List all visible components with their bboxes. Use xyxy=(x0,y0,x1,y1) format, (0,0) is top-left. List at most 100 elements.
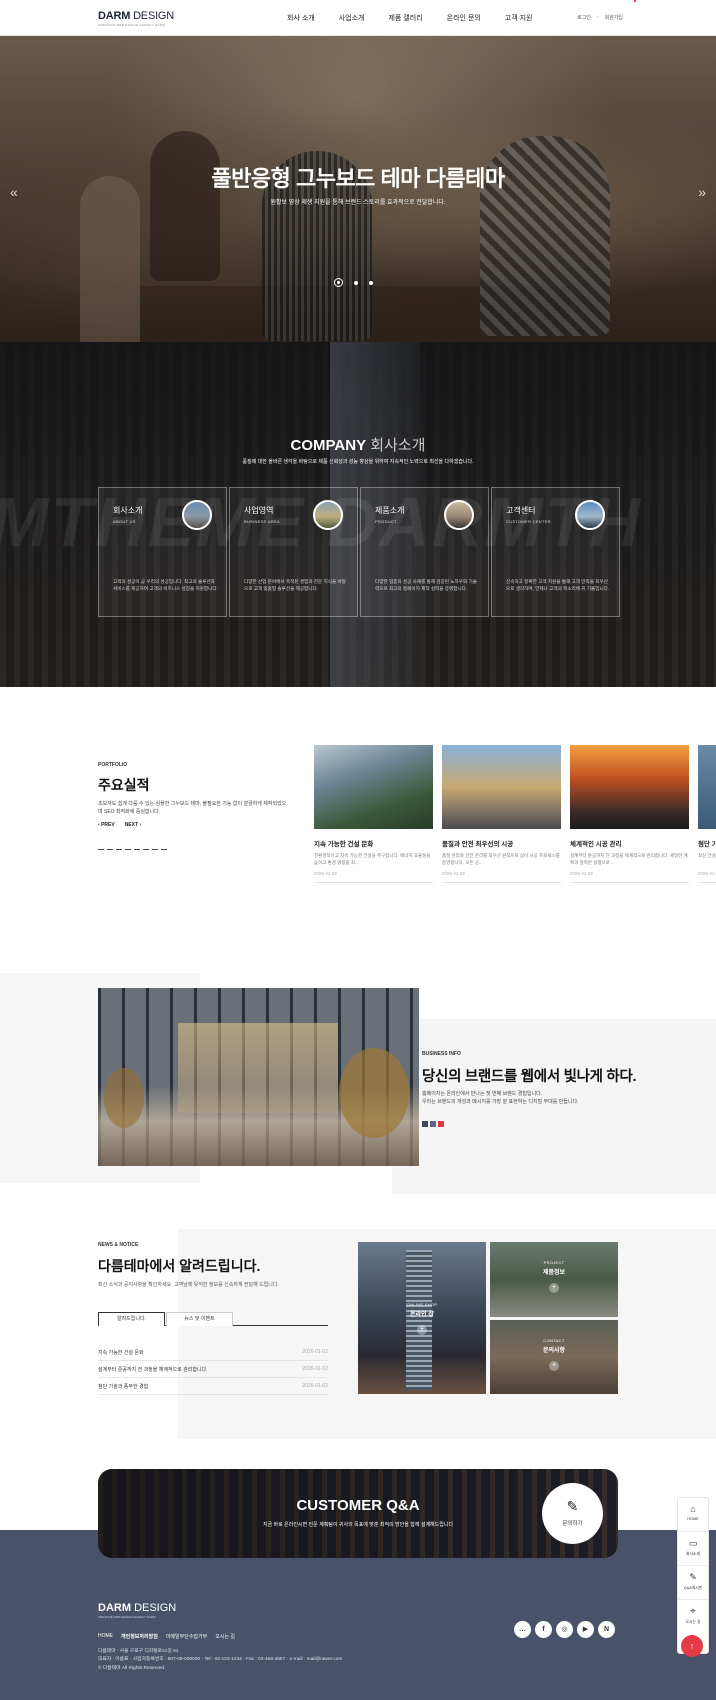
quick-menu-about[interactable]: ▭ 회사소개 xyxy=(678,1532,708,1566)
join-link[interactable]: 회원가입 xyxy=(605,14,623,21)
footer-fax: Fax : 02-456-4567 xyxy=(246,1657,286,1663)
logo-bold: DARM xyxy=(98,10,131,22)
portfolio-item[interactable]: 품질과 안전 최우선의 시공 품질 관리와 안전 관리를 최우선 원칙으로 삼아… xyxy=(442,745,561,883)
nav-item-business[interactable]: 사업소개 xyxy=(339,13,365,23)
company-card-about[interactable]: 회사소개 ABOUT US 고객의 성공이 곧 우리의 성공입니다. 최고의 솔… xyxy=(98,487,227,617)
portfolio-item[interactable]: 지속 가능한 건설 문화 친환경적이고 지속 가능한 건설을 추구합니다. 에너… xyxy=(314,745,433,883)
business-bg-panel xyxy=(392,1019,716,1194)
card-desc: 다양한 산업 분야에서 축적된 경험과 전문 지식을 바탕으로 고객 맞춤형 솔… xyxy=(244,579,346,592)
slider-dot-active[interactable] xyxy=(334,278,343,287)
news-row[interactable]: 첨단 기술과 풍부한 경험 2026-01-02 xyxy=(98,1378,328,1395)
card-title: 회사소개 xyxy=(113,506,143,515)
logo-tagline: CREATIVE WEB DESIGN AGENCY DARM xyxy=(98,23,166,27)
footer-links: HOME 개인정보처리방침 이메일무단수집거부 오시는 길 xyxy=(98,1633,235,1640)
portfolio-item-title: 품질과 안전 최우선의 시공 xyxy=(442,841,514,848)
footer-link-directions[interactable]: 오시는 길 xyxy=(215,1633,235,1640)
tab-news-events[interactable]: 뉴스 및 이벤트 xyxy=(166,1312,233,1326)
instagram-icon[interactable]: ◎ xyxy=(556,1621,573,1638)
quick-menu: ⌂ HOME ▭ 회사소개 ✎ Q&A게시판 ⌖ 오시는 길 xyxy=(677,1497,709,1654)
portfolio-item-title: 첨단 기술과 풍부한 경험 xyxy=(698,841,716,848)
chevron-left-icon[interactable]: « xyxy=(10,184,18,200)
login-link[interactable]: 로그인 xyxy=(577,14,591,21)
card-thumbnail xyxy=(575,500,605,530)
monitor-icon: ▭ xyxy=(688,1538,698,1548)
portfolio-item-title: 체계적인 시공 관리 xyxy=(570,841,622,848)
card-title: 사업영역 xyxy=(244,506,274,515)
quick-menu-qa[interactable]: ✎ Q&A게시판 xyxy=(678,1566,708,1600)
util-links: 로그인 · 회원가입 xyxy=(577,14,623,21)
quick-menu-directions[interactable]: ⌖ 오시는 길 xyxy=(678,1600,708,1634)
pen-icon: ✎ xyxy=(566,1498,579,1514)
card-title: 고객센터 xyxy=(506,506,536,515)
util-divider: · xyxy=(596,14,599,20)
tab-notice[interactable]: 알려드립니다. xyxy=(98,1312,165,1326)
scroll-top-button[interactable]: ↑ xyxy=(681,1635,703,1657)
portfolio-progress xyxy=(98,849,167,850)
youtube-icon[interactable]: ▶ xyxy=(577,1621,594,1638)
company-card-customer[interactable]: 고객센터 CUSTOMER CENTER 신속하고 정확한 고객 지원을 통해 … xyxy=(491,487,620,617)
company-desc: 품질에 대한 올바른 생각을 바탕으로 제품 신뢰성과 성능 향상을 위하여 지… xyxy=(242,459,474,465)
news-label: NEWS & NOTICE xyxy=(98,1242,139,1248)
facebook-icon[interactable]: f xyxy=(535,1621,552,1638)
chat-icon[interactable]: … xyxy=(514,1621,531,1638)
banner-caption-ko: 제품정보 xyxy=(542,1270,566,1276)
footer-address: 다름테마 : 서울 구로구 디지털로31길 61 xyxy=(98,1649,179,1654)
hero-slider: 풀반응형 그누보드 테마 다름테마 원활보 영상 제생 지원을 통해 브랜드 스… xyxy=(0,36,716,342)
progress-segment xyxy=(125,849,131,850)
progress-segment xyxy=(116,849,122,850)
company-card-product[interactable]: 제품소개 PRODUCT 다양한 업종의 성공 사례를 통해 검증된 노하우와 … xyxy=(360,487,489,617)
slider-dot[interactable] xyxy=(354,280,358,285)
slider-dot[interactable] xyxy=(369,280,373,285)
portfolio-item[interactable]: 첨단 기술과 풍부한 경험 최신 건설 기술을 적극 도입하고, 최고 수준의.… xyxy=(698,745,716,883)
portfolio-item-summary: 품질 관리와 안전 관리를 최우선 원칙으로 삼아 시공 프로세스를 운영합니다… xyxy=(442,853,560,865)
banner-project[interactable]: PROJECT 제품정보 + xyxy=(490,1242,618,1317)
portfolio-item[interactable]: 체계적인 시공 관리 설계부터 준공까지 전 과정을 체계적으로 관리합니다. … xyxy=(570,745,689,883)
nav-item-gallery[interactable]: 제품 갤러리 xyxy=(388,13,422,23)
footer-link-home[interactable]: HOME xyxy=(98,1633,113,1640)
logo-bold: DARM xyxy=(98,1602,131,1614)
footer-email: e-mail : mail@naver.com xyxy=(289,1657,343,1663)
portfolio-prev-button[interactable]: ‹ PREV xyxy=(98,822,115,828)
company-section: MTHEME DARMTH COMPANY 회사소개 품질에 대한 올바른 생각… xyxy=(0,342,716,687)
business-desc: 홈페이지는 온라인에서 만나는 첫 번째 브랜드 경험입니다. 우리는 브랜드의… xyxy=(422,1090,579,1106)
portfolio-list: 지속 가능한 건설 문화 친환경적이고 지속 가능한 건설을 추구합니다. 에너… xyxy=(314,745,716,883)
color-swatch xyxy=(422,1121,428,1127)
banner-caption-en: ONLINE SHOP xyxy=(406,1302,438,1307)
footer-link-privacy[interactable]: 개인정보처리방침 xyxy=(121,1633,158,1640)
portfolio-next-button[interactable]: NEXT › xyxy=(125,822,141,828)
company-card-business[interactable]: 사업영역 BUSINESS AREA 다양한 산업 분야에서 축적된 경험과 전… xyxy=(229,487,358,617)
portfolio-nav: ‹ PREV NEXT › xyxy=(98,822,141,828)
footer-logo[interactable]: DARM DESIGN CREATIVE WEB DESIGN AGENCY D… xyxy=(98,1602,176,1619)
news-row[interactable]: 지속 가능한 건설 문화 2026-01-02 xyxy=(98,1344,328,1361)
accent-mark xyxy=(634,0,636,2)
news-row-date: 2026-01-02 xyxy=(302,1383,328,1389)
banner-caption: CONTACT 문의사항 + xyxy=(490,1338,618,1372)
footer-tel: Tel : 02-123-1234 xyxy=(204,1657,242,1663)
banner-caption-ko: 문의사항 xyxy=(542,1348,566,1354)
nav-item-inquiry[interactable]: 온라인 문의 xyxy=(447,13,481,23)
logo-light: DESIGN xyxy=(133,10,175,22)
footer-info-line: 대표자 : 아름표 · 사업자등록번호 : 607-09-000000 · Te… xyxy=(98,1657,343,1663)
chevron-right-icon[interactable]: » xyxy=(698,184,706,200)
news-title: 다름테마에서 알려드립니다. xyxy=(98,1258,261,1274)
banner-contact[interactable]: CONTACT 문의사항 + xyxy=(490,1320,618,1394)
site-logo[interactable]: DARM DESIGN CREATIVE WEB DESIGN AGENCY D… xyxy=(98,10,174,27)
quick-menu-home[interactable]: ⌂ HOME xyxy=(678,1498,708,1532)
naver-icon[interactable]: N xyxy=(598,1621,615,1638)
card-desc: 신속하고 정확한 고객 지원을 통해 고객 만족을 최우선으로 생각하며, 언제… xyxy=(506,579,610,592)
news-desc: 최신 소식과 공지사항을 확인하세요. 고객님께 유익한 정보를 신속하게 전달… xyxy=(98,1282,279,1288)
footer-link-email-policy[interactable]: 이메일무단수집거부 xyxy=(166,1633,207,1640)
footer-biz-no: 사업자등록번호 : 607-09-000000 xyxy=(132,1657,201,1663)
news-row[interactable]: 설계부터 준공까지 전 과정을 체계적으로 관리합니다. 2026-01-02 xyxy=(98,1361,328,1378)
arrow-right-icon: › xyxy=(139,822,142,828)
inquiry-button[interactable]: ✎ 문의하기 xyxy=(542,1483,603,1544)
business-photo xyxy=(98,988,419,1166)
logo-tagline: CREATIVE WEB DESIGN AGENCY DARM xyxy=(98,1615,156,1619)
company-title-en: COMPANY xyxy=(290,437,367,454)
progress-segment xyxy=(134,849,140,850)
banner-online-shop[interactable]: ONLINE SHOP 온라인 샵 + xyxy=(358,1242,486,1394)
progress-segment xyxy=(98,849,104,850)
portfolio-thumbnail xyxy=(698,745,716,829)
nav-item-support[interactable]: 고객 지원 xyxy=(505,13,533,23)
nav-item-about[interactable]: 회사 소개 xyxy=(287,13,315,23)
